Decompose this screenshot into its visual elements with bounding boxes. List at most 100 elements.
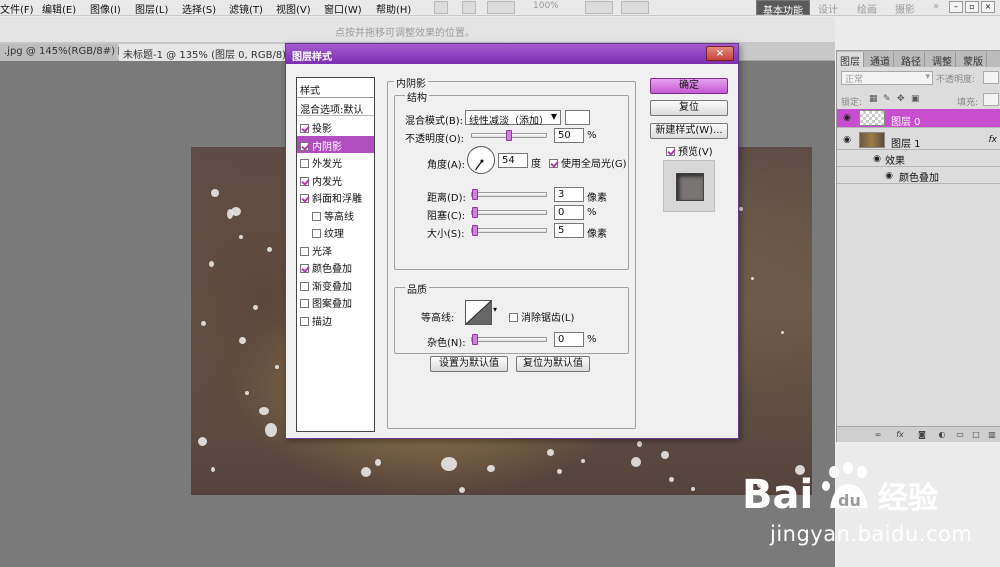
menu-select[interactable]: 选择(S) xyxy=(182,1,216,16)
distance-slider[interactable] xyxy=(471,189,547,200)
menu-window[interactable]: 窗口(W) xyxy=(324,1,362,16)
workspace-essentials[interactable]: 基本功能 xyxy=(756,0,810,17)
style-item-3[interactable]: 内发光 xyxy=(297,171,374,188)
lock-paint-icon[interactable]: ✎ xyxy=(883,94,891,104)
panel-tab-masks[interactable]: 蒙版 xyxy=(960,52,987,68)
visibility-eye-icon[interactable]: ◉ xyxy=(841,135,853,145)
distance-input[interactable]: 3 xyxy=(554,187,584,202)
menu-help[interactable]: 帮助(H) xyxy=(376,1,411,16)
arrange-icon[interactable] xyxy=(585,1,613,14)
lock-transparent-icon[interactable]: ▦ xyxy=(869,94,878,104)
anti-alias-option[interactable]: 消除锯齿(L) xyxy=(509,309,574,324)
shadow-color-swatch[interactable] xyxy=(565,110,590,125)
make-default-button[interactable]: 设置为默认值 xyxy=(430,356,508,372)
anti-alias-checkbox[interactable] xyxy=(509,313,518,322)
style-item-checkbox[interactable] xyxy=(300,299,309,308)
panel-tab-paths[interactable]: 路径 xyxy=(898,52,925,68)
angle-input[interactable]: 54 xyxy=(498,153,528,168)
new-layer-icon[interactable]: □ xyxy=(971,430,981,439)
layer-blend-mode-select[interactable]: 正常 ▾ xyxy=(841,71,933,85)
angle-dial[interactable] xyxy=(467,146,495,174)
reset-button[interactable]: 复位 xyxy=(650,100,728,116)
layer-row-1[interactable]: ◉ 图层 1 fx xyxy=(837,131,1000,150)
style-item-checkbox[interactable] xyxy=(300,246,309,256)
style-item-checkbox[interactable] xyxy=(300,281,309,291)
noise-slider-thumb[interactable] xyxy=(472,334,478,345)
visibility-eye-icon[interactable]: ◉ xyxy=(871,154,883,164)
panel-tab-layers[interactable]: 图层 xyxy=(837,52,864,68)
style-item-10[interactable]: 图案叠加 xyxy=(297,293,374,310)
workspace-design[interactable]: 设计 xyxy=(812,0,844,16)
style-item-checkbox[interactable] xyxy=(300,194,309,203)
lock-position-icon[interactable]: ✥ xyxy=(897,94,905,104)
blend-options-item[interactable]: 混合选项:默认 xyxy=(297,99,374,116)
choke-input[interactable]: 0 xyxy=(554,205,584,220)
style-item-checkbox[interactable] xyxy=(300,316,309,326)
style-item-11[interactable]: 描边 xyxy=(297,311,374,328)
style-item-1[interactable]: 内阴影 xyxy=(297,135,374,153)
style-item-9[interactable]: 渐变叠加 xyxy=(297,276,374,293)
visibility-eye-icon[interactable]: ◉ xyxy=(841,113,853,123)
size-slider-thumb[interactable] xyxy=(472,225,478,236)
screen-mode-icon[interactable] xyxy=(621,1,649,14)
style-item-checkbox[interactable] xyxy=(300,176,309,186)
dialog-close-button[interactable]: × xyxy=(706,46,734,61)
fill-input[interactable] xyxy=(983,93,999,106)
style-item-checkbox[interactable] xyxy=(312,211,321,221)
opacity-input[interactable]: 50 xyxy=(554,128,584,143)
preview-checkbox[interactable] xyxy=(666,147,675,156)
workspace-photography[interactable]: 摄影 xyxy=(889,0,921,16)
zoom-level[interactable]: 100% xyxy=(533,1,559,11)
effect-color-overlay-row[interactable]: ◉ 颜色叠加 xyxy=(837,167,1000,184)
noise-slider[interactable] xyxy=(471,334,547,345)
document-tab-untitled[interactable]: 未标题-1 @ 135% (图层 0, RGB/8)× xyxy=(119,44,298,61)
style-item-checkbox[interactable] xyxy=(312,229,321,238)
style-item-8[interactable]: 颜色叠加 xyxy=(297,258,374,275)
style-item-6[interactable]: 纹理 xyxy=(297,223,374,240)
global-light-option[interactable]: 使用全局光(G) xyxy=(549,155,627,170)
global-light-checkbox[interactable] xyxy=(549,159,558,168)
style-item-7[interactable]: 光泽 xyxy=(297,241,374,258)
extras-icon[interactable] xyxy=(487,1,515,14)
new-style-button[interactable]: 新建样式(W)... xyxy=(650,123,728,139)
distance-slider-thumb[interactable] xyxy=(472,189,478,200)
style-item-checkbox[interactable] xyxy=(300,124,309,133)
workspace-painting[interactable]: 绘画 xyxy=(851,0,883,16)
style-item-checkbox[interactable] xyxy=(300,264,309,273)
menu-file[interactable]: 文件(F) xyxy=(0,1,34,16)
fx-icon[interactable]: fx xyxy=(989,135,998,145)
panel-tab-channels[interactable]: 通道 xyxy=(867,52,894,68)
menu-filter[interactable]: 滤镜(T) xyxy=(229,1,263,16)
minibridge-icon[interactable] xyxy=(462,1,476,14)
menu-layer[interactable]: 图层(L) xyxy=(135,1,168,16)
ok-button[interactable]: 确定 xyxy=(650,78,728,94)
style-item-0[interactable]: 投影 xyxy=(297,118,374,135)
opacity-slider[interactable] xyxy=(471,130,547,141)
lock-all-icon[interactable]: ▣ xyxy=(911,94,920,104)
menu-view[interactable]: 视图(V) xyxy=(276,1,311,16)
choke-slider[interactable] xyxy=(471,207,547,218)
contour-picker[interactable] xyxy=(465,300,492,325)
noise-input[interactable]: 0 xyxy=(554,332,584,347)
minimize-icon[interactable]: – xyxy=(949,1,963,13)
reset-default-button[interactable]: 复位为默认值 xyxy=(516,356,590,372)
opacity-slider-thumb[interactable] xyxy=(506,130,512,141)
close-window-icon[interactable]: × xyxy=(981,1,995,13)
style-item-checkbox[interactable] xyxy=(300,141,309,151)
trash-icon[interactable]: ▥ xyxy=(987,430,997,439)
workspace-more[interactable]: » xyxy=(927,0,945,15)
contour-dropdown-icon[interactable]: ▾ xyxy=(493,305,497,314)
visibility-eye-icon[interactable]: ◉ xyxy=(883,171,895,181)
size-input[interactable]: 5 xyxy=(554,223,584,238)
preview-option[interactable]: 预览(V) xyxy=(666,143,713,158)
style-item-2[interactable]: 外发光 xyxy=(297,153,374,170)
blend-mode-dropdown[interactable]: 线性减淡（添加） ▼ xyxy=(465,110,561,127)
menu-image[interactable]: 图像(I) xyxy=(90,1,121,16)
add-style-icon[interactable]: fx xyxy=(895,430,905,439)
choke-slider-thumb[interactable] xyxy=(472,207,478,218)
link-layers-icon[interactable]: ∞ xyxy=(873,430,883,439)
menu-edit[interactable]: 编辑(E) xyxy=(42,1,76,16)
layer-opacity-input[interactable] xyxy=(983,71,999,84)
size-slider[interactable] xyxy=(471,225,547,236)
document-tab-jpg[interactable]: .jpg @ 145%(RGB/8#)× xyxy=(0,44,127,61)
